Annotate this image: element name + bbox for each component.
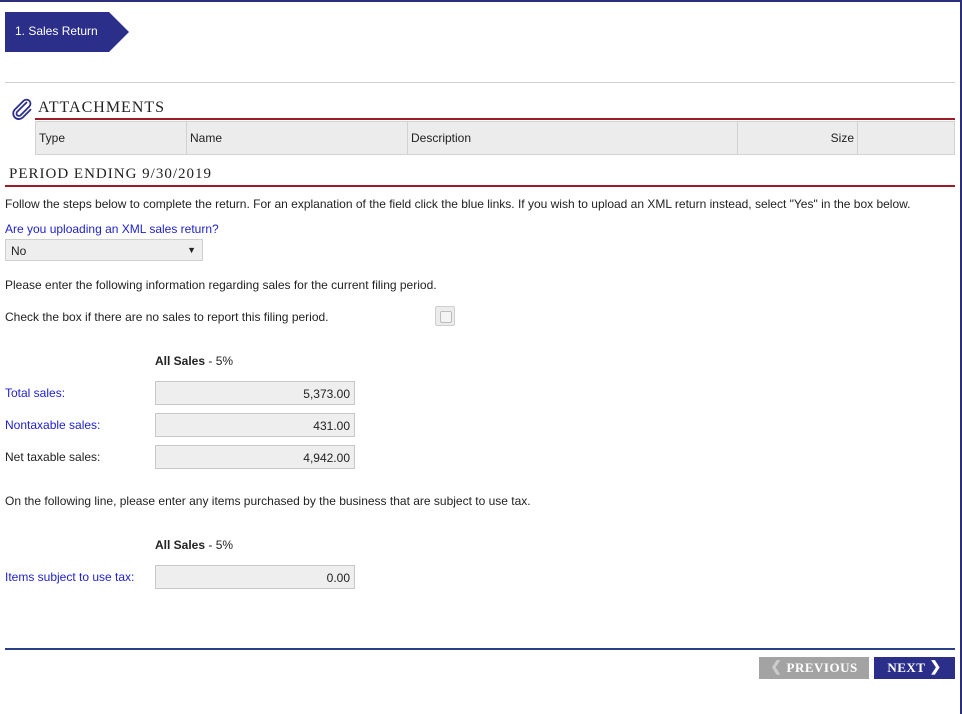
use-tax-field[interactable]: 0.00 bbox=[155, 565, 355, 589]
use-tax-text: On the following line, please enter any … bbox=[5, 494, 531, 508]
step-tab-label: 1. Sales Return bbox=[15, 24, 98, 38]
step-tab-sales-return[interactable]: 1. Sales Return bbox=[5, 12, 129, 52]
sales-heading: All Sales bbox=[155, 354, 206, 368]
previous-label: PREVIOUS bbox=[786, 660, 858, 675]
xml-upload-select-value: No bbox=[11, 244, 27, 258]
dropdown-arrow-icon: ▼ bbox=[187, 245, 196, 255]
next-button[interactable]: NEXT ❯ bbox=[874, 657, 955, 679]
sales-column-heading: All Sales - 5% bbox=[155, 354, 233, 368]
total-sales-field[interactable]: 5,373.00 bbox=[155, 381, 355, 405]
xml-question-link[interactable]: Are you uploading an XML sales return? bbox=[5, 222, 219, 236]
col-description: Description bbox=[407, 121, 738, 155]
xml-upload-select[interactable]: No ▼ bbox=[5, 239, 203, 261]
no-sales-checkbox[interactable] bbox=[435, 306, 455, 326]
col-type: Type bbox=[35, 121, 187, 155]
attachments-rule bbox=[35, 118, 955, 120]
net-taxable-sales-label: Net taxable sales: bbox=[5, 450, 101, 464]
net-taxable-sales-field: 4,942.00 bbox=[155, 445, 355, 469]
nontaxable-sales-field[interactable]: 431.00 bbox=[155, 413, 355, 437]
attachments-header-row: Type Name Description Size bbox=[35, 121, 955, 155]
col-name: Name bbox=[186, 121, 408, 155]
attachments-table: Type Name Description Size bbox=[35, 121, 955, 155]
attachments-title: ATTACHMENTS bbox=[38, 99, 166, 116]
chevron-left-icon: ❮ bbox=[770, 660, 783, 675]
chevron-right-icon: ❯ bbox=[929, 660, 942, 675]
use-tax-rate: - 5% bbox=[205, 538, 234, 552]
previous-button[interactable]: ❮ PREVIOUS bbox=[759, 657, 869, 679]
total-sales-link[interactable]: Total sales: bbox=[5, 386, 65, 400]
col-size: Size bbox=[737, 121, 858, 155]
next-label: NEXT bbox=[887, 660, 926, 675]
use-tax-heading: All Sales bbox=[155, 538, 206, 552]
use-tax-link[interactable]: Items subject to use tax: bbox=[5, 570, 134, 584]
footer-divider bbox=[5, 648, 955, 650]
divider bbox=[5, 82, 955, 83]
paperclip-icon bbox=[12, 98, 32, 120]
nontaxable-sales-link[interactable]: Nontaxable sales: bbox=[5, 418, 100, 432]
period-title: PERIOD ENDING 9/30/2019 bbox=[9, 166, 212, 182]
instructions-text: Follow the steps below to complete the r… bbox=[5, 197, 911, 211]
no-sales-label: Check the box if there are no sales to r… bbox=[5, 310, 329, 324]
sales-info-text: Please enter the following information r… bbox=[5, 278, 437, 292]
sales-rate: - 5% bbox=[205, 354, 234, 368]
use-tax-column-heading: All Sales - 5% bbox=[155, 538, 233, 552]
col-actions bbox=[857, 121, 955, 155]
period-rule bbox=[5, 185, 955, 187]
